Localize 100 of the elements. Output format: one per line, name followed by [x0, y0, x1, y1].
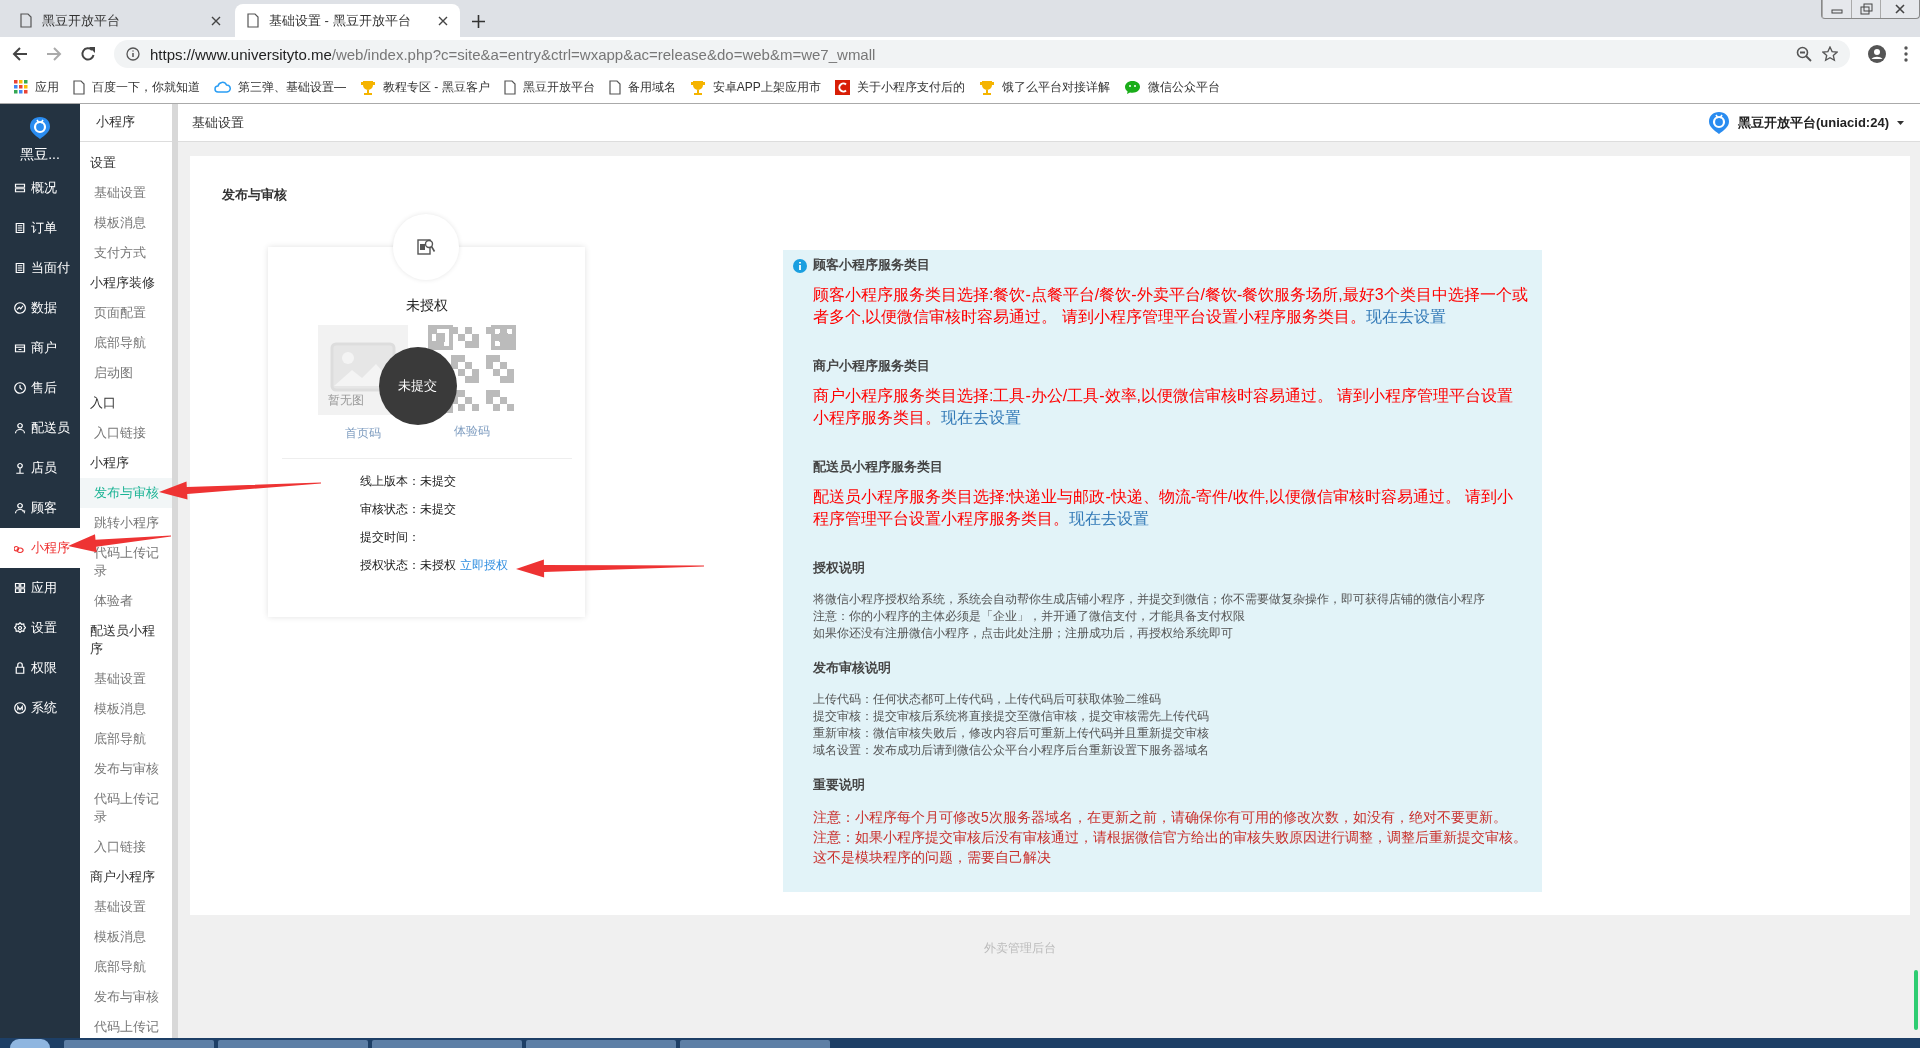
image-placeholder-icon — [329, 342, 396, 392]
nav-item[interactable]: 小程序 — [0, 528, 80, 568]
browser-tab[interactable]: 黑豆开放平台 — [8, 4, 233, 37]
menu-item[interactable]: 跳转小程序 — [80, 508, 172, 538]
settings-link[interactable]: 现在去设置 — [1365, 308, 1446, 325]
reload-icon[interactable] — [80, 46, 96, 62]
menu-item[interactable]: 底部导航 — [80, 952, 172, 982]
nav-icon — [14, 342, 26, 354]
page-icon — [73, 79, 85, 95]
menu-item[interactable]: 页面配置 — [80, 298, 172, 328]
settings-link[interactable]: 现在去设置 — [941, 409, 1021, 426]
menu-item[interactable]: 发布与审核 — [80, 754, 172, 784]
auth-status: 未授权 — [405, 297, 448, 315]
section-title: 授权说明 — [813, 560, 865, 577]
menu-item[interactable]: 代码上传记录 — [80, 538, 172, 586]
status-line: 线上版本：未提交 — [360, 473, 456, 490]
settings-link[interactable]: 现在去设置 — [1069, 510, 1149, 527]
account-icon[interactable] — [1868, 45, 1886, 63]
info-icon — [793, 258, 807, 273]
status-line: 审核状态：未提交 — [360, 501, 456, 518]
section-title: 发布审核说明 — [813, 660, 891, 677]
close-icon[interactable] — [438, 15, 448, 26]
menu-item[interactable]: 入口链接 — [80, 418, 172, 448]
browser-tab[interactable]: 基础设置 - 黑豆开放平台 — [235, 4, 460, 37]
nav-icon — [14, 182, 26, 194]
star-icon[interactable] — [1822, 46, 1838, 62]
nav-item[interactable]: 订单 — [0, 208, 80, 248]
bookmark[interactable]: 第三弹、基础设置— — [214, 78, 346, 96]
menu-item[interactable]: 模板消息 — [80, 922, 172, 952]
category-note: 商户小程序服务类目选择:工具-办公/工具-效率,以便微信审核时容易通过。 请到小程序管理平台设置小程序服务类目。现在去设置 — [813, 386, 1515, 428]
menu-group-title: 商户小程序 — [89, 869, 156, 886]
breadcrumb: 基础设置 — [192, 113, 244, 132]
authorize-link[interactable]: 立即授权 — [460, 557, 508, 574]
menu-item[interactable]: 体验者 — [80, 586, 172, 616]
menu-item[interactable]: 模板消息 — [80, 694, 172, 724]
note-line: 重新审核：微信审核失败后，修改内容后可重新上传代码并且重新提交审核 — [813, 725, 1210, 742]
nav-item[interactable]: 应用 — [0, 568, 80, 608]
bookmark[interactable]: 百度一下，你就知道 — [73, 78, 200, 96]
menu-item[interactable]: 代码上传记录 — [80, 784, 172, 832]
nav-item[interactable]: 顾客 — [0, 488, 80, 528]
bookmark[interactable]: 安卓APP上架应用市 — [689, 78, 821, 96]
menu-item[interactable]: 代码上传记 — [80, 1012, 172, 1038]
menu-item[interactable]: 发布与审核 — [80, 982, 172, 1012]
trophy-icon — [978, 79, 995, 95]
menu-item[interactable]: 模板消息 — [80, 208, 172, 238]
warning-line: 注意：小程序每个月可修改5次服务器域名，在更新之前，请确保你有可用的修改次数，如没有，绝对不要更新。 — [813, 809, 1508, 827]
code-label: 首页码 — [344, 425, 381, 442]
info-icon — [126, 47, 140, 61]
nav-item[interactable]: 店员 — [0, 448, 80, 488]
code-label: 体验码 — [453, 423, 490, 440]
menu-item[interactable]: 底部导航 — [80, 328, 172, 358]
bookmark[interactable]: 关于小程序支付后的 — [834, 78, 965, 96]
note-line: 域名设置：发布成功后请到微信公众平台小程序后台重新设置下服务器域名 — [813, 742, 1210, 759]
zoom-out-icon[interactable] — [1796, 46, 1812, 62]
category-note: 配送员小程序服务类目选择:快递业与邮政-快递、物流-寄件/收件,以便微信审核时容易通过。 请到小程序管理平台设置小程序服务类目。现在去设置 — [813, 487, 1515, 529]
menu-group-title: 配送员小程序 — [89, 623, 156, 658]
nav-icon — [14, 262, 26, 274]
page-icon — [247, 13, 259, 28]
start-button[interactable] — [10, 1039, 50, 1048]
nav-item[interactable]: 配送员 — [0, 408, 80, 448]
nav-item[interactable]: 当面付 — [0, 248, 80, 288]
note-line: 上传代码：任何状态都可上传代码，上传代码后可获取体验二维码 — [813, 691, 1162, 708]
status-line: 提交时间： — [360, 529, 420, 546]
menu-item[interactable]: 基础设置 — [80, 892, 172, 922]
menu-item[interactable]: 入口链接 — [80, 832, 172, 862]
menu-item[interactable]: 基础设置 — [80, 178, 172, 208]
close-icon[interactable] — [211, 15, 221, 26]
menu-icon[interactable] — [1904, 46, 1908, 62]
page-icon — [608, 79, 621, 95]
nav-item[interactable]: 设置 — [0, 608, 80, 648]
new-tab-icon[interactable] — [472, 15, 485, 28]
note-line: 将微信小程序授权给系统，系统会自动帮你生成店铺小程序，并提交到微信；你不需要做复杂操作，即可获得店铺的微信小程序 — [813, 591, 1486, 608]
menu-item[interactable]: 底部导航 — [80, 724, 172, 754]
menu-item[interactable]: 支付方式 — [80, 238, 172, 268]
menu-item[interactable]: 启动图 — [80, 358, 172, 388]
bookmark[interactable]: 微信公众平台 — [1123, 78, 1220, 96]
section-title: 配送员小程序服务类目 — [813, 459, 943, 476]
back-icon[interactable] — [12, 46, 28, 62]
apps-grid-icon — [14, 80, 28, 94]
nav-icon — [14, 622, 26, 634]
nav-item[interactable]: 概况 — [0, 168, 80, 208]
bookmark[interactable]: 应用 — [14, 78, 59, 96]
bookmark[interactable]: 黑豆开放平台 — [503, 78, 595, 96]
trophy-icon — [360, 79, 376, 95]
section-title: 顾客小程序服务类目 — [813, 257, 930, 274]
nav-item[interactable]: 权限 — [0, 648, 80, 688]
account-menu[interactable]: 黑豆开放平台(uniacid:24) — [1708, 110, 1904, 135]
address-bar[interactable]: https://www.universityto.me/web/index.php?c=site&a=entry&ctrl=wxapp&ac=release&do=web&m=we7_wmall — [114, 40, 1850, 68]
bookmark[interactable]: 饿了么平台对接详解 — [978, 78, 1110, 96]
nav-item[interactable]: 售后 — [0, 368, 80, 408]
menu-item[interactable]: 基础设置 — [80, 664, 172, 694]
bookmark[interactable]: 备用域名 — [608, 78, 676, 96]
url-text: https://www.universityto.me/web/index.php?c=site&a=entry&ctrl=wxapp&ac=release&do=web&m=we7_wmall — [150, 45, 876, 63]
nav-item[interactable]: 数据 — [0, 288, 80, 328]
nav-item[interactable]: 商户 — [0, 328, 80, 368]
warning-line: 注意：如果小程序提交审核后没有审核通过，请根据微信官方给出的审核失败原因进行调整，调整后重新提交审核。这不是模块程序的问题，需要自己解决 — [813, 829, 1528, 867]
scrollbar-thumb[interactable] — [1914, 970, 1918, 1030]
brand-name: 黑豆... — [20, 146, 60, 164]
nav-item[interactable]: 系统 — [0, 688, 80, 728]
bookmark[interactable]: 教程专区 - 黑豆客户 — [360, 78, 490, 96]
